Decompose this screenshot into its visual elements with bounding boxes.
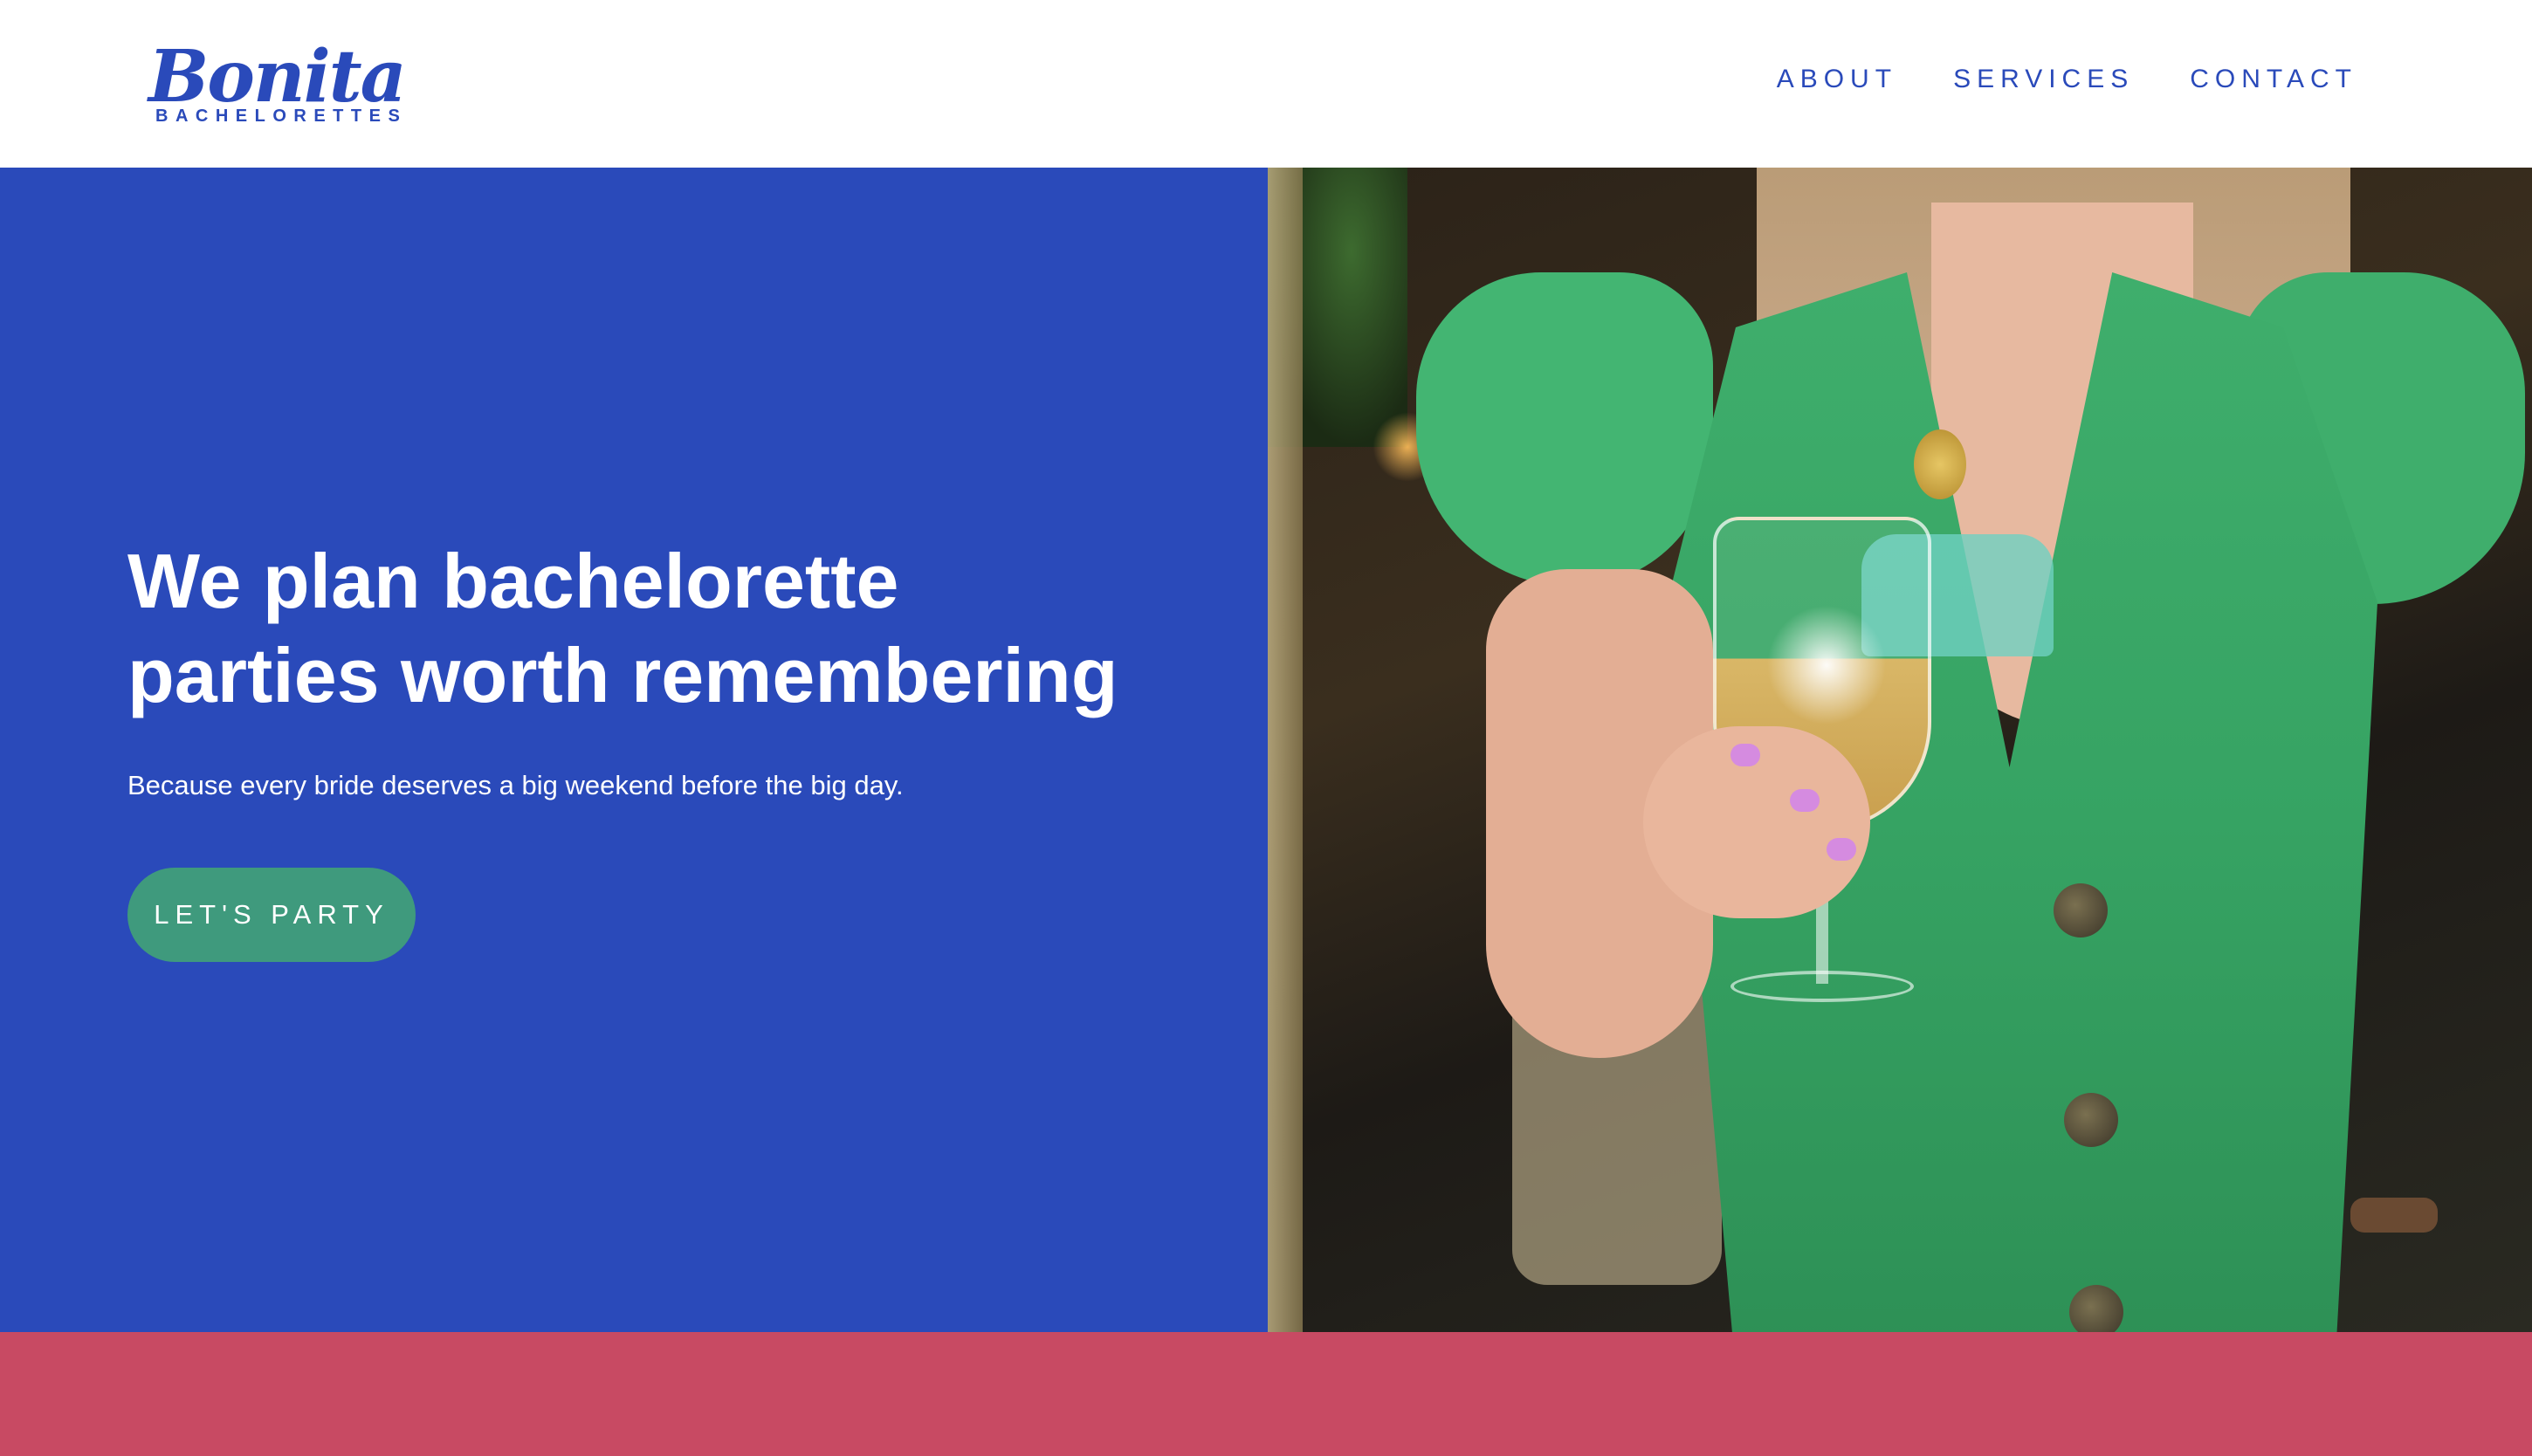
nav-link-contact[interactable]: CONTACT <box>2190 65 2357 94</box>
brand-logo[interactable]: Bonita BACHELORETTES <box>148 35 419 131</box>
hero-title-line-1: We plan bachelorette <box>127 538 899 624</box>
hero-title: We plan bachelorette parties worth remem… <box>127 534 1245 723</box>
nav-link-services[interactable]: SERVICES <box>1953 65 2134 94</box>
hero-title-line-2: parties worth remembering <box>127 632 1118 718</box>
lets-party-button[interactable]: LET'S PARTY <box>127 868 416 962</box>
photo-dress-button <box>2054 883 2108 937</box>
background-frame <box>1268 168 1303 1332</box>
hero-subtitle: Because every bride deserves a big weeke… <box>127 770 904 800</box>
glass-base <box>1730 971 1914 1002</box>
main-nav: ABOUT SERVICES CONTACT <box>1777 65 2357 94</box>
photo-necklace <box>1914 429 1966 499</box>
logo-tagline: BACHELORETTES <box>155 106 408 126</box>
hero-photo <box>1268 168 2532 1332</box>
photo-nail <box>1827 838 1856 861</box>
nav-link-about[interactable]: ABOUT <box>1777 65 1897 94</box>
photo-sleeve-left <box>1416 272 1713 587</box>
photo-nail <box>1790 789 1820 812</box>
photo-bracelet <box>2350 1198 2438 1233</box>
hero-panel: We plan bachelorette parties worth remem… <box>0 168 1268 1332</box>
photo-light-flare <box>1757 595 1896 735</box>
next-section-band <box>0 1332 2532 1456</box>
site-header: Bonita BACHELORETTES ABOUT SERVICES CONT… <box>0 0 2532 168</box>
photo-nail <box>1730 744 1760 766</box>
page: Bonita BACHELORETTES ABOUT SERVICES CONT… <box>0 0 2532 1456</box>
photo-dress-button <box>2064 1093 2118 1147</box>
photo-dress-button <box>2069 1285 2123 1332</box>
